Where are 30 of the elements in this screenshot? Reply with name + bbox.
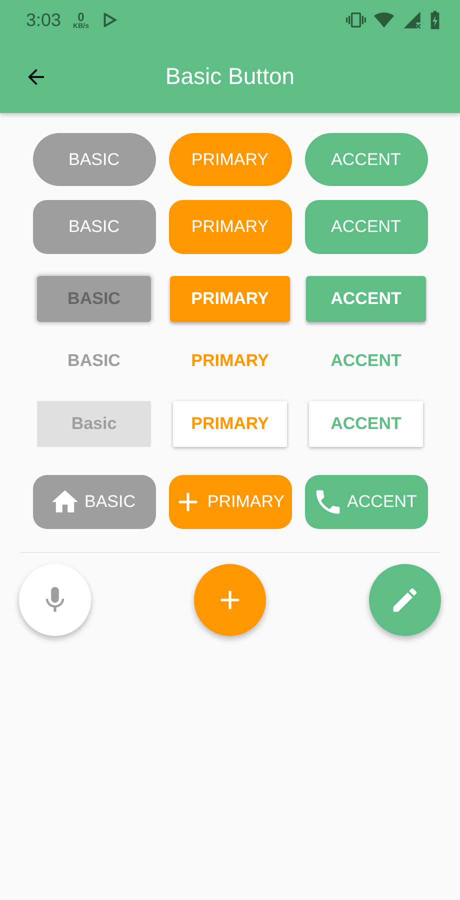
- button[interactable]: ACCENT: [309, 400, 423, 446]
- signal-icon: [402, 10, 422, 30]
- pencil-icon: [392, 587, 418, 613]
- home-icon: [52, 489, 78, 515]
- network-speed-value: 0: [78, 10, 84, 22]
- button[interactable]: BASIC: [32, 133, 156, 186]
- phone-icon: [315, 489, 342, 515]
- floating-action-button[interactable]: [369, 564, 441, 636]
- floating-action-button[interactable]: [194, 564, 266, 636]
- button[interactable]: PRIMARY: [168, 200, 292, 254]
- battery-icon: [430, 10, 440, 30]
- button[interactable]: PRIMARY: [173, 400, 287, 446]
- wifi-icon: [374, 10, 394, 30]
- floating-action-button[interactable]: [19, 564, 91, 636]
- vibrate-icon: [346, 10, 366, 30]
- button[interactable]: ACCENT: [322, 341, 410, 381]
- button[interactable]: ACCENT: [304, 475, 428, 529]
- button[interactable]: ACCENT: [304, 133, 428, 186]
- button[interactable]: ACCENT: [306, 276, 426, 322]
- clock: 3:03: [26, 10, 62, 30]
- button[interactable]: PRIMARY: [168, 133, 292, 186]
- button[interactable]: ACCENT: [304, 200, 428, 254]
- button[interactable]: BASIC: [60, 341, 128, 381]
- play-store-icon: [103, 13, 117, 27]
- button[interactable]: PRIMARY: [183, 341, 277, 381]
- button[interactable]: PRIMARY: [168, 475, 292, 529]
- button[interactable]: BASIC: [32, 200, 156, 254]
- button[interactable]: PRIMARY: [170, 276, 290, 322]
- screen-title: Basic Button: [165, 63, 295, 90]
- button[interactable]: BASIC: [32, 475, 156, 529]
